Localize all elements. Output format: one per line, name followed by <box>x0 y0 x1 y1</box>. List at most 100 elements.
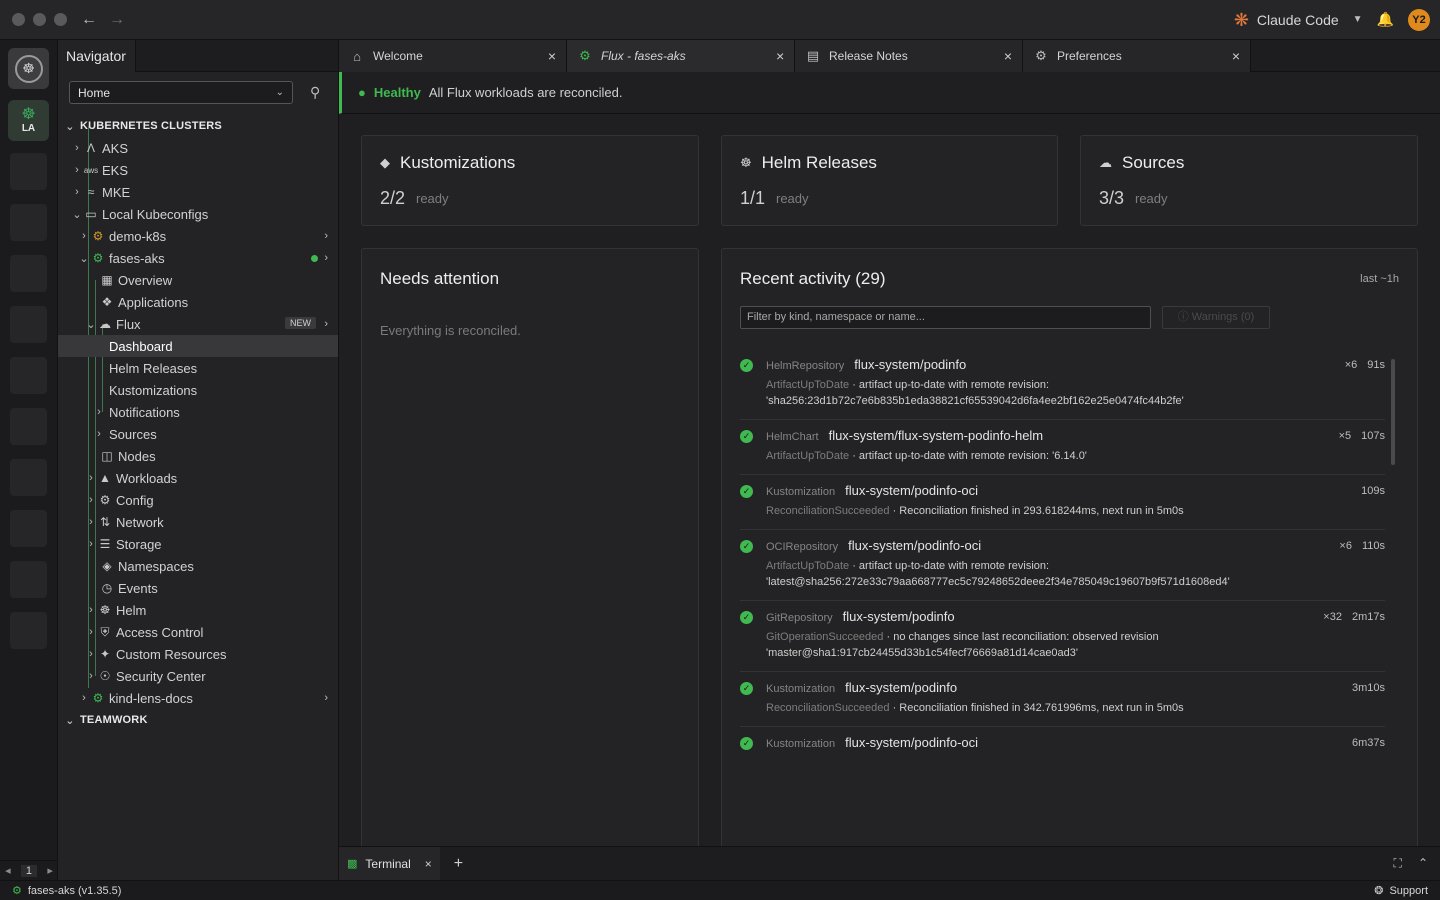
hotbar-slot[interactable] <box>10 306 47 343</box>
hotbar-slot[interactable] <box>10 357 47 394</box>
section-teamwork[interactable]: ⌄ TEAMWORK <box>58 709 338 731</box>
stat-card-helm-releases[interactable]: ☸ Helm Releases 1/1 ready <box>721 135 1058 226</box>
close-icon[interactable]: × <box>1004 48 1012 64</box>
tree-item-flux-dashboard[interactable]: Dashboard <box>58 335 338 357</box>
tree-item-fases-aks[interactable]: ⌄ ⚙ fases-aks › <box>58 247 338 269</box>
recent-activity-panel: Recent activity (29) last ~1h Filter by … <box>721 248 1418 846</box>
aws-icon: aws <box>83 165 99 175</box>
hotbar-slot[interactable] <box>10 153 47 190</box>
minimize-window-button[interactable] <box>33 13 46 26</box>
hotbar-slot[interactable] <box>10 408 47 445</box>
chevron-down-icon[interactable]: ▼ <box>1353 14 1363 25</box>
stat-card-sources[interactable]: ☁ Sources 3/3 ready <box>1080 135 1418 226</box>
tree-item-demo-k8s[interactable]: › ⚙ demo-k8s › <box>58 225 338 247</box>
tree-item-local-kubeconfigs[interactable]: ⌄ ▭ Local Kubeconfigs <box>58 203 338 225</box>
hotbar-slot[interactable] <box>10 255 47 292</box>
tree-item-nodes[interactable]: ◫ Nodes <box>58 445 338 467</box>
chevron-right-icon: › <box>97 406 101 418</box>
tree-item-config[interactable]: › ⚙ Config <box>58 489 338 511</box>
tab-welcome[interactable]: ⌂ Welcome × <box>339 40 567 72</box>
tree-item-helm[interactable]: › ☸ Helm <box>58 599 338 621</box>
tree-item-applications[interactable]: ❖ Applications <box>58 291 338 313</box>
close-window-button[interactable] <box>12 13 25 26</box>
namespaces-icon: ◈ <box>102 559 112 573</box>
hotbar-catalog-button[interactable]: ☸ <box>8 48 49 89</box>
fullscreen-icon[interactable]: ⛶ <box>1394 856 1402 871</box>
activity-item[interactable]: ✓ Kustomization flux-system/podinfo-oci 6… <box>740 727 1385 760</box>
chevron-right-icon: › <box>89 494 93 506</box>
chevron-right-icon[interactable]: › <box>324 318 328 330</box>
tree-item-overview[interactable]: ▦ Overview <box>58 269 338 291</box>
bell-icon[interactable]: 🔔 <box>1377 11 1394 28</box>
chevron-right-icon[interactable]: › <box>324 692 328 704</box>
close-icon[interactable]: × <box>1232 48 1240 64</box>
mirantis-icon: ≈ <box>87 185 95 199</box>
tree-item-flux-sources[interactable]: › Sources <box>58 423 338 445</box>
window-controls <box>12 13 67 26</box>
stat-card-kustomizations[interactable]: ◆ Kustomizations 2/2 ready <box>361 135 699 226</box>
tree-item-workloads[interactable]: › ▲ Workloads <box>58 467 338 489</box>
tree-item-mke[interactable]: › ≈ MKE <box>58 181 338 203</box>
active-cluster[interactable]: ⚙ fases-aks (v1.35.5) <box>12 884 121 898</box>
activity-item[interactable]: ✓ HelmRepository flux-system/podinfo ×6 91… <box>740 349 1385 420</box>
avatar[interactable]: Y2 <box>1408 8 1430 31</box>
hotbar-slot[interactable] <box>10 510 47 547</box>
tab-flux-fases-aks[interactable]: ⚙ Flux - fases-aks × <box>567 40 795 72</box>
tree-item-aks[interactable]: › Λ AKS <box>58 137 338 159</box>
activity-item[interactable]: ✓ OCIRepository flux-system/podinfo-oci ×… <box>740 530 1385 601</box>
navigator-select[interactable]: Home ⌄ <box>69 81 293 104</box>
tab-release-notes[interactable]: ▤ Release Notes × <box>795 40 1023 72</box>
health-status: Healthy <box>373 85 421 100</box>
tab-preferences[interactable]: ⚙ Preferences × <box>1023 40 1251 72</box>
check-circle-icon: ✓ <box>740 485 753 498</box>
tree-item-kind-lens-docs[interactable]: › ⚙ kind-lens-docs › <box>58 687 338 709</box>
tree-item-network[interactable]: › ⇅ Network <box>58 511 338 533</box>
chevron-right-icon[interactable]: › <box>324 252 328 264</box>
tree-item-namespaces[interactable]: ◈ Namespaces <box>58 555 338 577</box>
tree-item-custom-resources[interactable]: › ✦ Custom Resources <box>58 643 338 665</box>
tree-item-storage[interactable]: › ☰ Storage <box>58 533 338 555</box>
hotbar-slot[interactable] <box>10 561 47 598</box>
hotbar-slot[interactable] <box>10 204 47 241</box>
tree-item-events[interactable]: ◷ Events <box>58 577 338 599</box>
navigator-tab[interactable]: Navigator <box>58 40 136 72</box>
tree-item-flux-kustomizations[interactable]: Kustomizations <box>58 379 338 401</box>
terminal-tab[interactable]: ▩ Terminal × <box>339 846 440 881</box>
chevron-right-icon[interactable]: › <box>324 230 328 242</box>
forward-arrow-icon[interactable]: → <box>109 11 125 29</box>
back-arrow-icon[interactable]: ← <box>81 11 97 29</box>
chevron-up-icon[interactable]: ⌃ <box>1418 856 1428 871</box>
close-icon[interactable]: × <box>548 48 556 64</box>
activity-scrollbar[interactable] <box>1391 359 1395 465</box>
tree-item-flux-notifications[interactable]: › Notifications <box>58 401 338 423</box>
new-terminal-button[interactable]: + <box>454 855 463 873</box>
tree-item-security-center[interactable]: › ☉ Security Center <box>58 665 338 687</box>
chevron-left-icon[interactable]: ◂ <box>5 864 11 877</box>
tree-item-eks[interactable]: › aws EKS <box>58 159 338 181</box>
chevron-right-icon: › <box>75 186 79 198</box>
activity-item[interactable]: ✓ GitRepository flux-system/podinfo ×32 2m… <box>740 601 1385 672</box>
new-badge: NEW <box>285 317 316 329</box>
section-kubernetes-clusters[interactable]: ⌄ KUBERNETES CLUSTERS <box>58 115 338 137</box>
tree-item-access-control[interactable]: › ⛨ Access Control <box>58 621 338 643</box>
chevron-right-icon[interactable]: ▸ <box>47 864 53 877</box>
chevron-down-icon: ⌄ <box>275 87 284 98</box>
activity-filter-input[interactable]: Filter by kind, namespace or name... <box>740 306 1151 329</box>
activity-item[interactable]: ✓ HelmChart flux-system/flux-system-podin… <box>740 420 1385 475</box>
check-circle-icon: ✓ <box>740 430 753 443</box>
close-icon[interactable]: × <box>776 48 784 64</box>
close-icon[interactable]: × <box>425 857 432 871</box>
hotbar-cluster-la[interactable]: ☸ LA <box>8 100 49 141</box>
support-link[interactable]: ❂ Support <box>1374 884 1428 898</box>
hotbar-slot[interactable] <box>10 459 47 496</box>
hotbar-slot[interactable] <box>10 612 47 649</box>
warnings-toggle-button[interactable]: ⓘ Warnings (0) <box>1162 306 1270 329</box>
tree-item-flux-helm-releases[interactable]: Helm Releases <box>58 357 338 379</box>
search-icon[interactable]: ⚲ <box>310 84 320 101</box>
tree-item-flux[interactable]: ⌄ ☁ Flux NEW › <box>58 313 338 335</box>
zoom-window-button[interactable] <box>54 13 67 26</box>
claude-code-button[interactable]: ❋ Claude Code <box>1234 11 1339 29</box>
hotbar-pager: ◂ 1 ▸ <box>0 860 58 880</box>
activity-item[interactable]: ✓ Kustomization flux-system/podinfo-oci 1… <box>740 475 1385 530</box>
activity-item[interactable]: ✓ Kustomization flux-system/podinfo 3m10s… <box>740 672 1385 727</box>
